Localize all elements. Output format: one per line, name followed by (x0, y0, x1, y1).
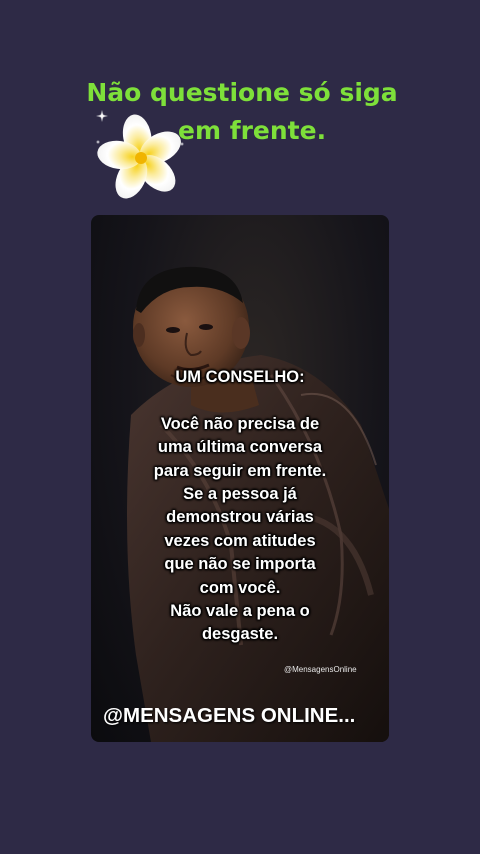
watermark-handle: @MENSAGENS ONLINE... (103, 704, 356, 727)
screen: Não questione só siga em frente. UM CONS… (0, 0, 480, 854)
message-line: que não se importa (164, 555, 316, 574)
message-line: Você não precisa de (160, 414, 320, 433)
message-line: vezes com atitudes (164, 531, 316, 550)
message-spacer (91, 389, 389, 412)
headline-line-1: Não questione só siga (86, 78, 398, 107)
message-line: uma última conversa (157, 438, 323, 457)
message-line: com você. (199, 578, 281, 597)
headline-line-2: em frente. (178, 116, 327, 145)
image-card[interactable]: UM CONSELHO: Você não precisa de uma últ… (91, 215, 389, 742)
message-line: demonstrou várias (166, 508, 314, 527)
message-line: Se a pessoa já (183, 485, 297, 504)
watermark-small: @MensagensOnline (284, 665, 357, 674)
message-heading: UM CONSELHO: (175, 368, 305, 386)
frangipani-flower-icon (96, 110, 184, 199)
advice-message: UM CONSELHO: Você não precisa de uma últ… (91, 366, 389, 647)
message-line: Não vale a pena o (170, 602, 310, 621)
message-line: desgaste. (201, 625, 279, 644)
message-line: para seguir em frente. (153, 461, 327, 480)
